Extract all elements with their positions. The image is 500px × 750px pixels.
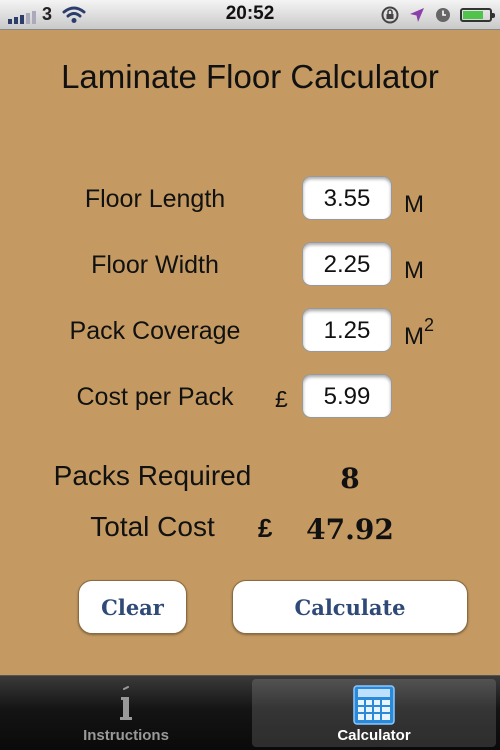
floor-length-label: Floor Length xyxy=(84,185,226,213)
floor-width-unit: M xyxy=(404,257,424,284)
packs-required-value: 8 xyxy=(340,462,360,495)
cost-per-pack-label: Cost per Pack xyxy=(76,383,234,411)
floor-width-row: Floor Width 2.25 M xyxy=(0,242,500,290)
alarm-icon xyxy=(436,8,450,22)
pack-coverage-label: Pack Coverage xyxy=(69,317,241,345)
floor-width-input[interactable]: 2.25 xyxy=(302,242,392,286)
cost-per-pack-input[interactable]: 5.99 xyxy=(302,374,392,418)
floor-length-row: Floor Length 3.55 M xyxy=(0,176,500,224)
clear-button[interactable]: Clear xyxy=(78,580,187,634)
total-cost-label: Total Cost xyxy=(90,511,215,542)
calculator-icon xyxy=(353,685,395,725)
page-title: Laminate Floor Calculator xyxy=(61,58,439,95)
packs-required-label: Packs Required xyxy=(53,460,252,491)
pack-coverage-unit: M2 xyxy=(404,315,435,350)
tab-instructions[interactable]: Instructions xyxy=(4,679,248,747)
rotation-lock-icon xyxy=(381,6,399,24)
location-icon xyxy=(410,8,424,22)
tab-calculator[interactable]: Calculator xyxy=(252,679,496,747)
total-cost-currency: £ xyxy=(258,513,273,543)
pack-coverage-input[interactable]: 1.25 xyxy=(302,308,392,352)
info-icon xyxy=(120,686,132,720)
battery-icon xyxy=(460,8,495,22)
calculate-button[interactable]: Calculate xyxy=(232,580,468,634)
total-cost-value: 47.92 xyxy=(306,513,394,546)
tab-instructions-label: Instructions xyxy=(83,727,169,744)
cost-per-pack-currency: £ xyxy=(275,386,288,412)
tab-bar: Instructions Calculator xyxy=(0,675,500,750)
floor-length-unit: M xyxy=(404,191,424,218)
floor-width-label: Floor Width xyxy=(91,251,219,279)
floor-length-input[interactable]: 3.55 xyxy=(302,176,392,220)
total-cost-row: Total Cost £ 47.92 xyxy=(0,511,500,551)
status-bar: 3 20:52 xyxy=(0,0,500,30)
pack-coverage-row: Pack Coverage 1.25 M2 xyxy=(0,308,500,356)
tab-calculator-label: Calculator xyxy=(337,727,411,744)
status-right xyxy=(380,5,495,25)
cost-per-pack-row: Cost per Pack £ 5.99 xyxy=(0,374,500,422)
packs-required-row: Packs Required 8 xyxy=(0,460,500,500)
